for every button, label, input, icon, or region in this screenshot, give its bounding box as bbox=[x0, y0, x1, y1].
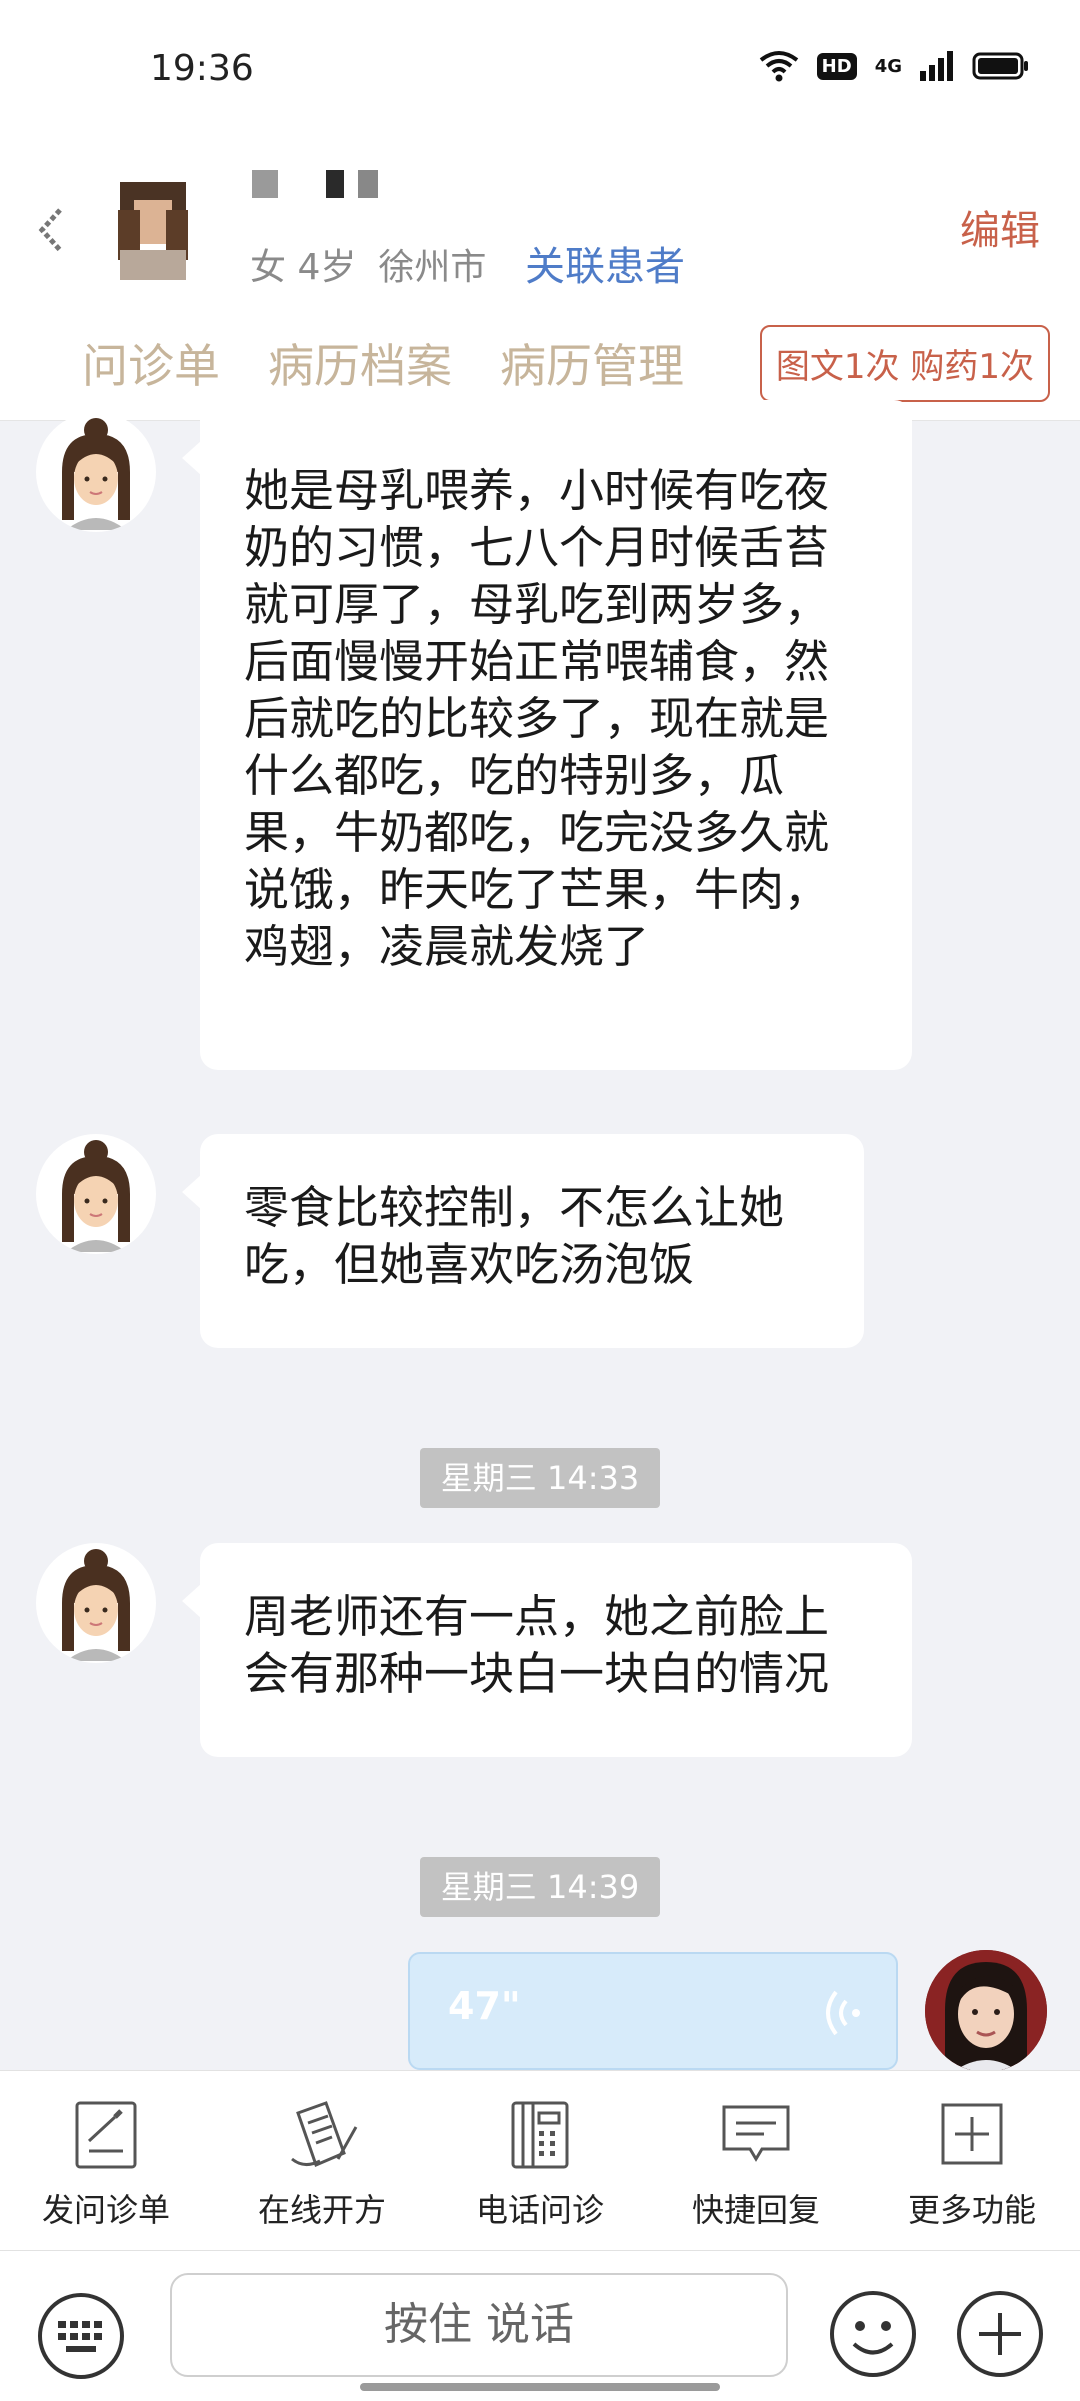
voice-duration: 47" bbox=[448, 1984, 521, 2028]
patient-message-avatar[interactable] bbox=[36, 412, 156, 532]
quick-reply-button[interactable]: 快捷回复 bbox=[656, 2099, 856, 2231]
hd-badge-icon: HD bbox=[816, 52, 857, 80]
tab-medical-records[interactable]: 病历档案 bbox=[268, 330, 452, 396]
message-timestamp: 星期三 14:39 bbox=[420, 1857, 660, 1917]
online-prescription-button[interactable]: 在线开方 bbox=[222, 2099, 422, 2231]
patient-gender-age: 女 4岁 bbox=[250, 247, 357, 288]
link-patient-button[interactable]: 关联患者 bbox=[525, 234, 685, 292]
status-time: 19:36 bbox=[150, 48, 254, 89]
patient-city: 徐州市 bbox=[378, 247, 487, 288]
patient-message-bubble[interactable]: 周老师还有一点，她之前脸上会有那种一块白一块白的情况 bbox=[182, 1543, 912, 1757]
service-count-badge[interactable]: 图文1次 购药1次 bbox=[759, 325, 1050, 402]
patient-info: 女 4岁 徐州市 bbox=[250, 238, 486, 290]
tab-consultation-form[interactable]: 问诊单 bbox=[82, 330, 220, 396]
form-icon bbox=[75, 2101, 137, 2169]
voice-wave-icon bbox=[826, 1990, 860, 2036]
status-bar: 19:36 HD 4G bbox=[0, 0, 1080, 150]
voice-message-bubble[interactable]: 47" bbox=[408, 1952, 898, 2070]
message-text: 她是母乳喂养，小时候有吃夜奶的习惯，七八个月时候舌苔就可厚了，母乳吃到两岁多，后… bbox=[244, 464, 830, 973]
message-timestamp: 星期三 14:33 bbox=[420, 1448, 660, 1508]
toolbar-label: 快捷回复 bbox=[691, 2191, 820, 2229]
patient-message-avatar[interactable] bbox=[36, 1543, 156, 1663]
hold-to-talk-button[interactable]: 按住 说话 bbox=[170, 2273, 788, 2377]
toolbar-label: 在线开方 bbox=[257, 2191, 386, 2229]
quick-reply-icon bbox=[722, 2105, 790, 2162]
input-bar: 按住 说话 bbox=[0, 2250, 1080, 2401]
battery-icon bbox=[972, 52, 1028, 80]
phone-icon bbox=[511, 2101, 569, 2169]
more-icon bbox=[941, 2103, 1003, 2165]
status-icons: HD 4G bbox=[759, 50, 1030, 82]
patient-message-bubble[interactable]: 她是母乳喂养，小时候有吃夜奶的习惯，七八个月时候舌苔就可厚了，母乳吃到两岁多，后… bbox=[182, 400, 912, 1070]
phone-consult-button[interactable]: 电话问诊 bbox=[440, 2099, 640, 2231]
header-tabs: 问诊单 病历档案 病历管理 bbox=[82, 330, 684, 396]
network-type: 4G bbox=[874, 55, 902, 77]
plus-icon[interactable] bbox=[955, 2289, 1045, 2379]
patient-message-bubble[interactable]: 零食比较控制，不怎么让她吃，但她喜欢吃汤泡饭 bbox=[182, 1134, 864, 1348]
send-form-button[interactable]: 发问诊单 bbox=[6, 2099, 206, 2231]
emoji-icon[interactable] bbox=[828, 2289, 918, 2379]
tab-record-management[interactable]: 病历管理 bbox=[500, 330, 684, 396]
keyboard-icon[interactable] bbox=[36, 2291, 126, 2381]
home-indicator[interactable] bbox=[360, 2383, 720, 2391]
toolbar-label: 更多功能 bbox=[907, 2191, 1036, 2229]
function-toolbar: 发问诊单 在线开方 电话问诊 快捷回复 更多功能 bbox=[0, 2070, 1080, 2251]
chat-header: 女 4岁 徐州市 关联患者 编辑 问诊单 病历档案 病历管理 图文1次 购药1次 bbox=[0, 150, 1080, 421]
edit-button[interactable]: 编辑 bbox=[960, 198, 1040, 256]
message-text: 周老师还有一点，她之前脸上会有那种一块白一块白的情况 bbox=[244, 1590, 830, 1700]
patient-avatar[interactable] bbox=[110, 170, 196, 280]
toolbar-label: 发问诊单 bbox=[41, 2191, 170, 2229]
back-arrow-icon[interactable] bbox=[30, 200, 74, 260]
patient-message-avatar[interactable] bbox=[36, 1134, 156, 1254]
signal-icon bbox=[920, 51, 953, 81]
message-text: 零食比较控制，不怎么让她吃，但她喜欢吃汤泡饭 bbox=[244, 1181, 785, 1291]
wifi-icon bbox=[759, 51, 798, 82]
toolbar-label: 电话问诊 bbox=[475, 2191, 604, 2229]
patient-name-pixelated bbox=[252, 170, 378, 198]
prescription-icon bbox=[291, 2101, 358, 2168]
more-functions-button[interactable]: 更多功能 bbox=[872, 2099, 1072, 2231]
doctor-avatar[interactable] bbox=[925, 1950, 1047, 2072]
